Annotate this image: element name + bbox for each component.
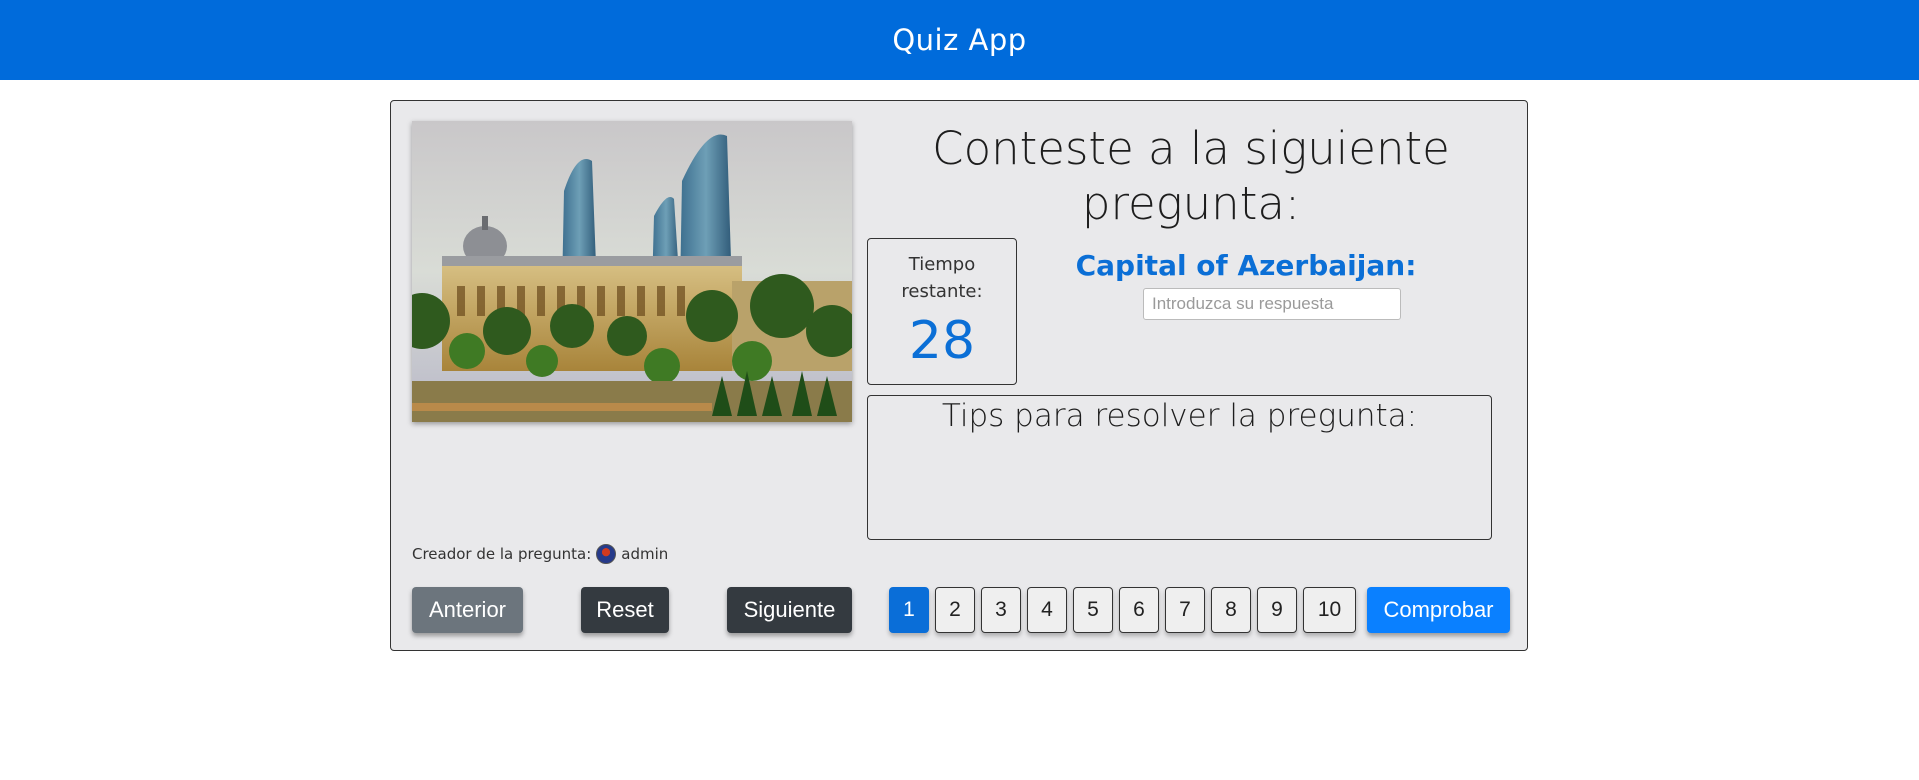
question-creator: Creador de la pregunta: admin	[412, 544, 668, 564]
timer-label: Tiempo restante:	[901, 254, 983, 302]
page-button-10[interactable]: 10	[1303, 587, 1356, 633]
answer-input[interactable]	[1143, 288, 1401, 320]
question-pagination: 1 2 3 4 5 6 7 8 9 10	[889, 587, 1356, 633]
avatar	[596, 544, 617, 564]
quiz-card: Conteste a la siguiente pregunta: Tiempo…	[390, 100, 1528, 651]
question-heading: Conteste a la siguiente pregunta:	[932, 122, 1450, 230]
creator-label: Creador de la pregunta:	[412, 545, 592, 563]
tips-box: Tips para resolver la pregunta:	[867, 395, 1492, 540]
question-image	[412, 121, 852, 422]
page-button-5[interactable]: 5	[1073, 587, 1113, 633]
page-button-2[interactable]: 2	[935, 587, 975, 633]
reset-button[interactable]: Reset	[581, 587, 669, 633]
question-text: Capital of Azerbaijan:	[1075, 249, 1417, 282]
page-button-3[interactable]: 3	[981, 587, 1021, 633]
app-title: Quiz App	[892, 23, 1027, 57]
top-navbar: Quiz App	[0, 0, 1919, 80]
timer-value: 28	[908, 311, 976, 371]
page-button-8[interactable]: 8	[1211, 587, 1251, 633]
page-button-7[interactable]: 7	[1165, 587, 1205, 633]
page-button-6[interactable]: 6	[1119, 587, 1159, 633]
page-button-4[interactable]: 4	[1027, 587, 1067, 633]
previous-button[interactable]: Anterior	[412, 587, 523, 633]
page-button-9[interactable]: 9	[1257, 587, 1297, 633]
timer-box: Tiempo restante: 28	[867, 238, 1017, 385]
tips-title: Tips para resolver la pregunta:	[941, 398, 1418, 434]
next-button[interactable]: Siguiente	[727, 587, 852, 633]
page-button-1[interactable]: 1	[889, 587, 929, 633]
creator-name: admin	[621, 545, 669, 563]
check-answer-button[interactable]: Comprobar	[1367, 587, 1510, 633]
